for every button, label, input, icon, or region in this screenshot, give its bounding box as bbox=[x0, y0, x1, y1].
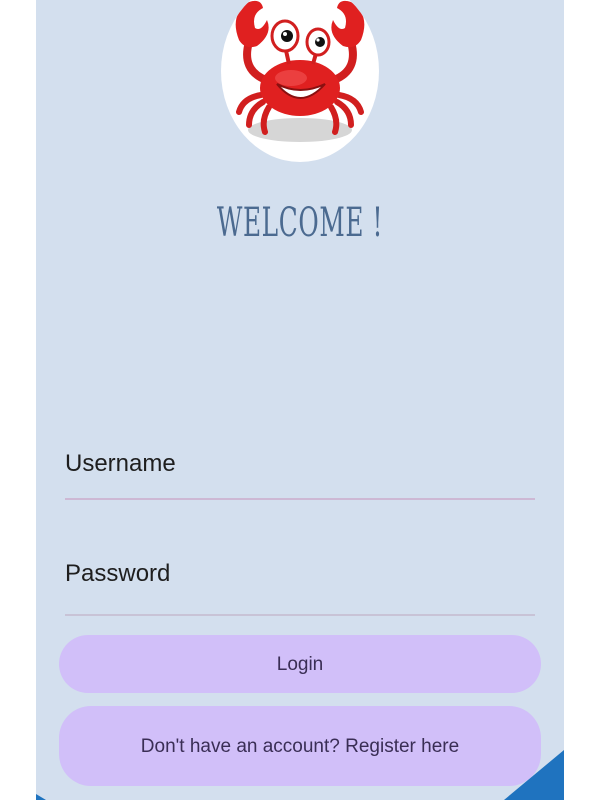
register-button[interactable]: Don't have an account? Register here bbox=[59, 706, 541, 786]
username-input[interactable] bbox=[65, 446, 535, 482]
password-field[interactable] bbox=[65, 556, 535, 616]
password-input[interactable] bbox=[65, 556, 535, 592]
corner-accent bbox=[504, 750, 564, 800]
username-underline bbox=[65, 498, 535, 500]
username-field[interactable] bbox=[65, 446, 535, 500]
corner-accent-left bbox=[36, 794, 46, 800]
welcome-heading: WELCOME ! bbox=[216, 200, 384, 246]
login-screen: WELCOME ! Login Don't have an account? R… bbox=[36, 0, 564, 800]
password-underline bbox=[65, 614, 535, 616]
login-button[interactable]: Login bbox=[59, 635, 541, 693]
crab-logo-icon bbox=[221, 0, 379, 162]
